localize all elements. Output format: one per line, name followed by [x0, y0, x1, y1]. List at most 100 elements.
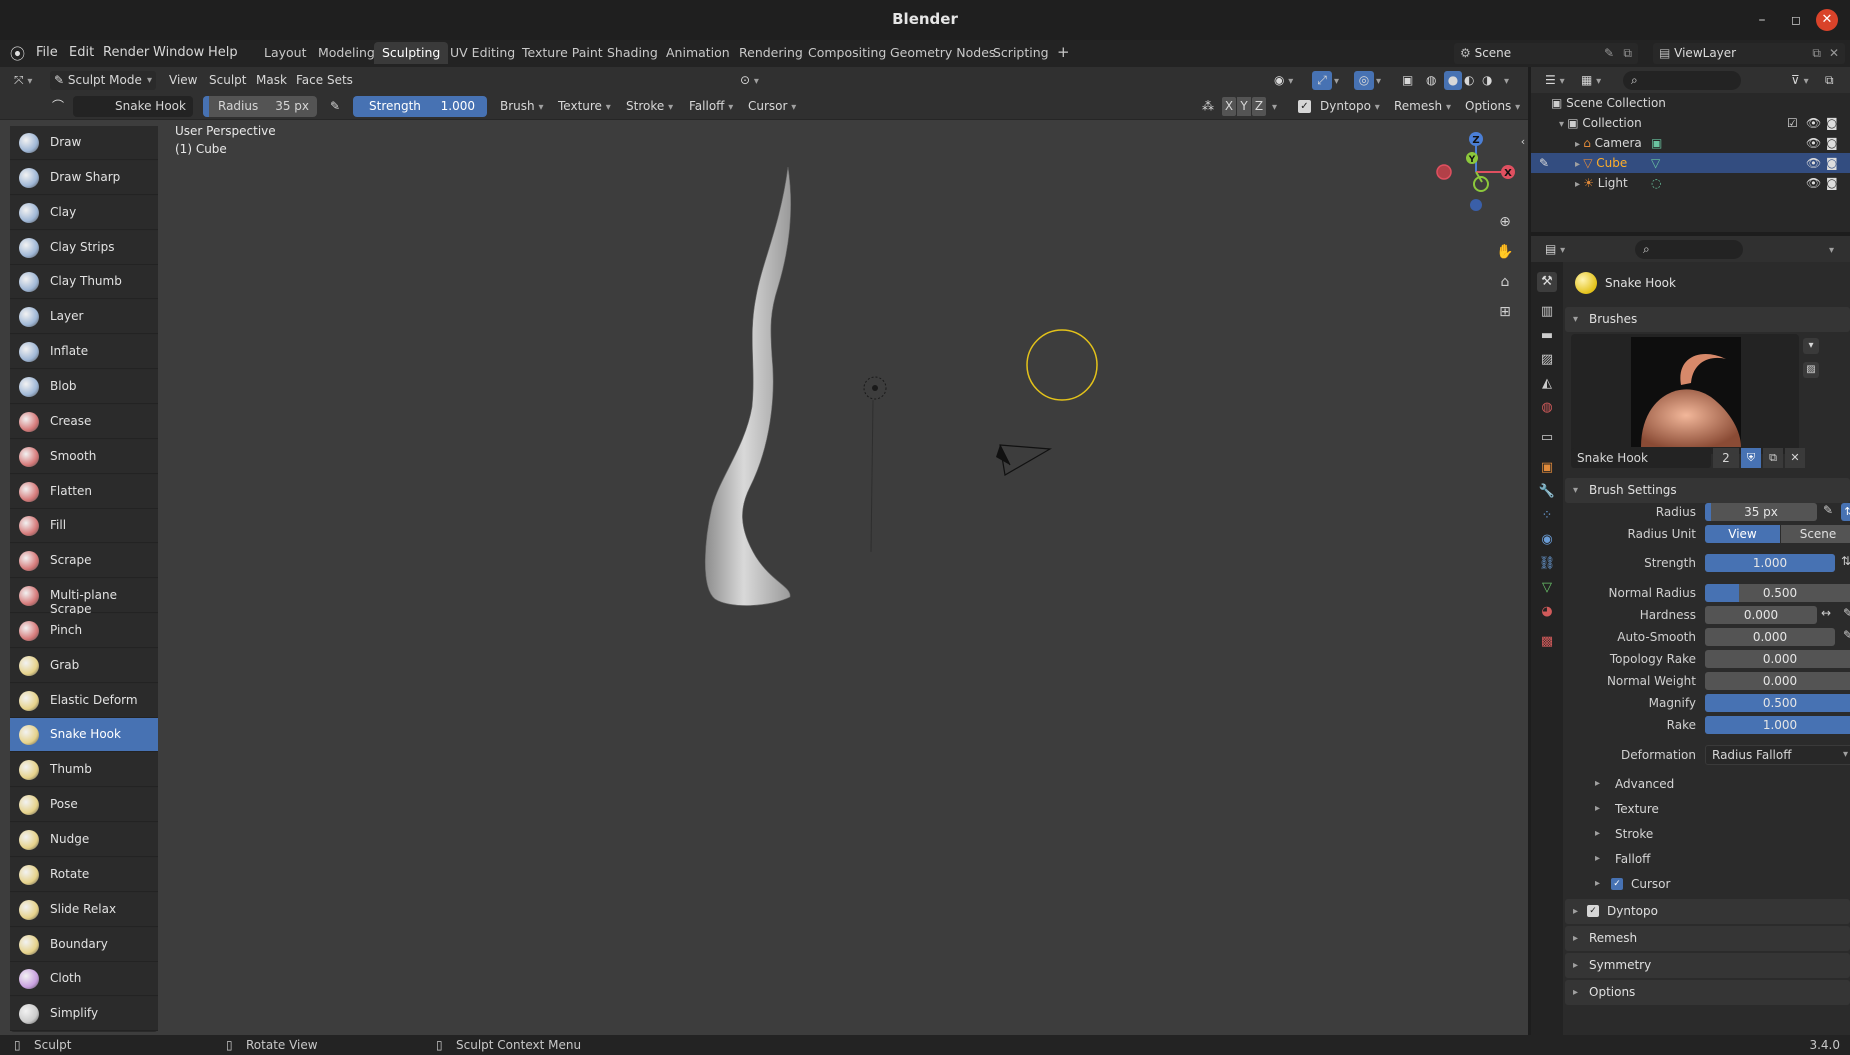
- tool-pose[interactable]: Pose: [10, 788, 158, 823]
- modifier-tab-icon[interactable]: 🔧: [1537, 482, 1557, 502]
- properties-editor-type-icon[interactable]: ▤ ▾: [1545, 240, 1565, 259]
- magnify-field[interactable]: 0.500: [1705, 694, 1850, 712]
- options-panel-header[interactable]: ▸ Options: [1565, 980, 1850, 1005]
- texture-subpanel[interactable]: ▸ Texture: [1565, 798, 1850, 820]
- tool-snake-hook[interactable]: Snake Hook: [10, 718, 158, 753]
- tool-tab-icon[interactable]: ⚒: [1537, 272, 1557, 292]
- render-camera-icon[interactable]: ◙: [1826, 113, 1838, 133]
- topology-rake-field[interactable]: 0.000: [1705, 650, 1850, 668]
- tab-compositing[interactable]: Compositing: [800, 42, 894, 64]
- collection-tab-icon[interactable]: ▭: [1537, 428, 1557, 448]
- eye-icon[interactable]: 👁: [1806, 133, 1821, 153]
- tool-draw[interactable]: Draw: [10, 126, 158, 160]
- tool-crease[interactable]: Crease: [10, 404, 158, 439]
- cursor-subpanel[interactable]: ▸ ✓ Cursor: [1565, 873, 1850, 895]
- custom-icon-toggle[interactable]: ▨: [1803, 362, 1819, 378]
- radius-lock-icon[interactable]: ⇅: [1841, 503, 1850, 521]
- ortho-grid-icon[interactable]: ⊞: [1492, 299, 1518, 325]
- tab-animation[interactable]: Animation: [658, 42, 738, 64]
- brush-users-count[interactable]: 2: [1713, 448, 1739, 468]
- tool-slide-relax[interactable]: Slide Relax: [10, 892, 158, 927]
- tool-layer[interactable]: Layer: [10, 300, 158, 335]
- scene-new-icon[interactable]: ⧉: [1623, 46, 1632, 61]
- outliner-item-cube[interactable]: ✎ ▸ ▽ Cube ▽ 👁 ◙: [1531, 153, 1850, 173]
- normal-weight-field[interactable]: 0.000: [1705, 672, 1850, 690]
- new-collection-icon[interactable]: ⧉: [1825, 71, 1834, 90]
- pan-hand-icon[interactable]: ✋: [1492, 239, 1518, 265]
- tool-simplify[interactable]: Simplify: [10, 997, 158, 1032]
- material-tab-icon[interactable]: ◕: [1537, 602, 1557, 622]
- tool-rotate[interactable]: Rotate: [10, 857, 158, 892]
- brush-list-dropdown[interactable]: ▾: [1803, 338, 1819, 354]
- menu-help[interactable]: Help: [208, 45, 238, 60]
- tool-draw-sharp[interactable]: Draw Sharp: [10, 160, 158, 195]
- tool-thumb[interactable]: Thumb: [10, 753, 158, 788]
- render-tab-icon[interactable]: ▥: [1537, 302, 1557, 322]
- tab-scripting[interactable]: Scripting: [985, 42, 1057, 64]
- render-camera-icon[interactable]: ◙: [1826, 173, 1838, 193]
- object-tab-icon[interactable]: ▣: [1537, 458, 1557, 478]
- unlink-brush-icon[interactable]: ✕: [1785, 448, 1805, 468]
- symmetry-panel-header[interactable]: ▸ Symmetry: [1565, 953, 1850, 978]
- auto-smooth-pressure-icon[interactable]: ✎: [1843, 628, 1850, 642]
- properties-options-dropdown[interactable]: ▾: [1829, 240, 1834, 259]
- outliner-scene-collection[interactable]: ▣ Scene Collection: [1531, 93, 1850, 113]
- eye-icon[interactable]: 👁: [1806, 173, 1821, 193]
- tab-rendering[interactable]: Rendering: [731, 42, 811, 64]
- tool-grab[interactable]: Grab: [10, 648, 158, 683]
- tool-cloth[interactable]: Cloth: [10, 962, 158, 997]
- hardness-invert-icon[interactable]: ↔: [1821, 606, 1831, 620]
- tool-boundary[interactable]: Boundary: [10, 927, 158, 962]
- radius-pressure-icon[interactable]: ✎: [1823, 503, 1833, 517]
- hardness-pressure-icon[interactable]: ✎: [1843, 606, 1850, 620]
- navigation-gizmo[interactable]: Z Y X: [1430, 127, 1520, 217]
- close-button[interactable]: ✕: [1816, 9, 1838, 31]
- advanced-subpanel[interactable]: ▸ Advanced: [1565, 773, 1850, 795]
- strength-field[interactable]: 1.000: [1705, 554, 1835, 572]
- brush-name-input[interactable]: Snake Hook: [1571, 448, 1711, 468]
- render-camera-icon[interactable]: ◙: [1826, 133, 1838, 153]
- radius-unit-scene-button[interactable]: Scene: [1781, 525, 1850, 543]
- tab-shading[interactable]: Shading: [599, 42, 666, 64]
- outliner-item-light[interactable]: ▸ ☀ Light ◌ 👁 ◙: [1531, 173, 1850, 193]
- tool-flatten[interactable]: Flatten: [10, 474, 158, 509]
- tab-uv-editing[interactable]: UV Editing: [442, 42, 523, 64]
- tab-layout[interactable]: Layout: [256, 42, 315, 64]
- tab-modeling[interactable]: Modeling: [310, 42, 383, 64]
- tool-pinch[interactable]: Pinch: [10, 613, 158, 648]
- pin-icon[interactable]: ✎: [1604, 46, 1614, 60]
- duplicate-brush-icon[interactable]: ⧉: [1763, 448, 1783, 468]
- outliner-collection[interactable]: ▾ ▣ Collection ☑ 👁 ◙: [1531, 113, 1850, 133]
- tab-sculpting[interactable]: Sculpting: [374, 42, 449, 64]
- tool-clay-thumb[interactable]: Clay Thumb: [10, 265, 158, 300]
- brushes-panel-header[interactable]: ▾ Brushes: [1565, 307, 1850, 332]
- tool-fill[interactable]: Fill: [10, 509, 158, 544]
- remesh-panel-header[interactable]: ▸ Remesh: [1565, 926, 1850, 951]
- tool-clay[interactable]: Clay: [10, 195, 158, 230]
- scene-selector[interactable]: ⚙ Scene ✎ ⧉: [1454, 43, 1638, 64]
- scene-tab-icon[interactable]: ◭: [1537, 374, 1557, 394]
- outliner-item-camera[interactable]: ▸ ⌂ Camera ▣ 👁 ◙: [1531, 133, 1850, 153]
- particles-tab-icon[interactable]: ⁘: [1537, 506, 1557, 526]
- zoom-icon[interactable]: ⊕: [1492, 209, 1518, 235]
- radius-field[interactable]: 35 px: [1705, 503, 1817, 521]
- maximize-button[interactable]: ◻: [1784, 8, 1808, 32]
- falloff-subpanel[interactable]: ▸ Falloff: [1565, 848, 1850, 870]
- rake-field[interactable]: 1.000: [1705, 716, 1850, 734]
- eye-icon[interactable]: 👁: [1806, 153, 1821, 173]
- minimize-button[interactable]: –: [1750, 8, 1774, 32]
- tool-blob[interactable]: Blob: [10, 369, 158, 404]
- radius-unit-view-button[interactable]: View: [1705, 525, 1780, 543]
- strength-pressure-icon[interactable]: ⇅: [1841, 554, 1850, 568]
- hardness-field[interactable]: 0.000: [1705, 606, 1817, 624]
- tab-texture-paint[interactable]: Texture Paint: [514, 42, 611, 64]
- menu-edit[interactable]: Edit: [69, 45, 94, 60]
- outliner-search-input[interactable]: ⌕: [1623, 71, 1741, 90]
- tool-multi-plane-scrape[interactable]: Multi-plane Scrape: [10, 579, 158, 616]
- menu-file[interactable]: File: [36, 45, 58, 60]
- world-tab-icon[interactable]: ◍: [1537, 398, 1557, 418]
- tool-elastic-deform[interactable]: Elastic Deform: [10, 683, 158, 718]
- deformation-dropdown[interactable]: Radius Falloff ▾: [1705, 745, 1850, 765]
- dyntopo-panel-checkbox[interactable]: ✓: [1587, 905, 1599, 917]
- data-tab-icon[interactable]: ▽: [1537, 578, 1557, 598]
